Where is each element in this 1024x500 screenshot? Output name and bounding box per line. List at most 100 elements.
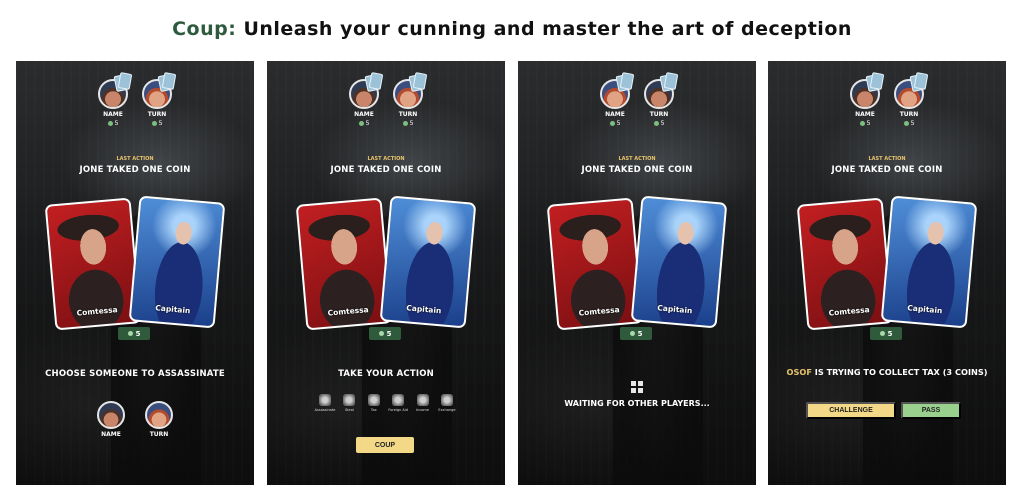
- coin-icon: [378, 331, 384, 336]
- cards-icon: [615, 72, 635, 93]
- action-exchange[interactable]: Exchange: [437, 394, 457, 412]
- last-action-text: Jone taked one coin: [330, 165, 442, 175]
- assassinate-prompt: Choose someone to assassinate: [45, 369, 225, 379]
- target-player-turn[interactable]: Turn: [145, 401, 173, 438]
- last-action-label: Last Action: [868, 156, 906, 162]
- action-list: Assassinate Steal Tax Foreign Aid Income…: [315, 394, 457, 412]
- card-name: Capitain: [155, 303, 191, 316]
- coup-button[interactable]: Coup: [356, 437, 414, 453]
- avatar: [145, 401, 173, 429]
- players-bar: Name 5 Turn 5: [768, 72, 1006, 127]
- coin-icon: [151, 121, 157, 126]
- action-assassinate[interactable]: Assassinate: [315, 394, 335, 412]
- claim-message: Osof is trying to collect Tax (3 coins): [768, 367, 1006, 377]
- screen-assassinate: Name 5 Turn 5 Last Action Jone taked one…: [16, 61, 254, 485]
- target-player-name[interactable]: Name: [97, 401, 125, 438]
- player-name: Name: [855, 111, 875, 118]
- player-coins: 5: [903, 120, 914, 127]
- coin-icon: [629, 331, 635, 336]
- card-name: Comtessa: [76, 305, 119, 318]
- loading-grid-icon: [631, 381, 643, 393]
- players-bar: Name 5 Turn 5: [267, 72, 505, 127]
- my-coins-badge: 5: [620, 327, 652, 340]
- character-card-comtessa[interactable]: Comtessa: [295, 197, 393, 331]
- coins-icon: [367, 394, 380, 406]
- my-coins-badge: 5: [369, 327, 401, 340]
- player-2: Turn 5: [644, 72, 679, 127]
- player-name: Name: [103, 111, 123, 118]
- player-name: Turn: [649, 111, 669, 118]
- character-card-comtessa[interactable]: Comtessa: [44, 197, 142, 331]
- last-action-text: Jone taked one coin: [79, 165, 191, 175]
- player-coins: 5: [859, 120, 870, 127]
- card-name: Capitain: [907, 303, 943, 316]
- player-name: Turn: [398, 111, 418, 118]
- players-bar: Name 5 Turn 5: [518, 72, 756, 127]
- last-action-label: Last Action: [618, 156, 656, 162]
- player-1: Name 5: [850, 72, 885, 127]
- pass-button[interactable]: Pass: [901, 402, 961, 419]
- last-action-text: Jone taked one coin: [831, 165, 943, 175]
- last-action-label: Last Action: [367, 156, 405, 162]
- challenge-button[interactable]: Challenge: [806, 402, 896, 419]
- character-card-capitain[interactable]: Capitain: [880, 195, 978, 329]
- brand-title: Coup:: [172, 18, 237, 40]
- card-name: Comtessa: [327, 305, 370, 318]
- character-card-capitain[interactable]: Capitain: [630, 195, 728, 329]
- action-steal[interactable]: Steal: [339, 394, 359, 412]
- cards-icon: [909, 72, 929, 93]
- last-action-label: Last Action: [116, 156, 154, 162]
- coins-stack-icon: [392, 394, 405, 406]
- screen-challenge: Name 5 Turn 5 Last Action Jone taked one…: [768, 61, 1006, 485]
- cards-icon: [440, 394, 453, 406]
- player-coins: 5: [107, 120, 118, 127]
- action-foreign-aid[interactable]: Foreign Aid: [388, 394, 408, 412]
- coin-icon: [609, 121, 615, 126]
- card-name: Capitain: [657, 303, 693, 316]
- cards-icon: [865, 72, 885, 93]
- player-coins: 5: [402, 120, 413, 127]
- cards-icon: [113, 72, 133, 93]
- target-name: Turn: [149, 431, 169, 438]
- claimant-name: Osof: [786, 367, 812, 377]
- player-coins: 5: [653, 120, 664, 127]
- character-card-capitain[interactable]: Capitain: [128, 195, 226, 329]
- player-name: Name: [354, 111, 374, 118]
- screen-waiting: Name 5 Turn 5 Last Action Jone taked one…: [518, 61, 756, 485]
- card-name: Capitain: [406, 303, 442, 316]
- players-bar: Name 5 Turn 5: [16, 72, 254, 127]
- waiting-text: Waiting for other players...: [564, 399, 710, 408]
- cards-icon: [659, 72, 679, 93]
- coin-icon: [127, 331, 133, 336]
- character-card-comtessa[interactable]: Comtessa: [796, 197, 894, 331]
- player-coins: 5: [151, 120, 162, 127]
- skull-icon: [319, 394, 331, 406]
- cards-icon: [157, 72, 177, 93]
- player-name: Name: [605, 111, 625, 118]
- player-name: Turn: [147, 111, 167, 118]
- action-income[interactable]: Income: [413, 394, 433, 412]
- character-card-capitain[interactable]: Capitain: [379, 195, 477, 329]
- target-list: Name Turn: [16, 401, 254, 438]
- action-tax[interactable]: Tax: [364, 394, 384, 412]
- coin-icon: [903, 121, 909, 126]
- player-1: Name 5: [98, 72, 133, 127]
- claim-text: is trying to collect Tax (3 coins): [811, 367, 988, 377]
- avatar: [97, 401, 125, 429]
- hand-icon: [343, 394, 356, 406]
- player-name: Turn: [899, 111, 919, 118]
- player-2: Turn 5: [142, 72, 177, 127]
- player-coins: 5: [358, 120, 369, 127]
- last-action-text: Jone taked one coin: [581, 165, 693, 175]
- coin-icon: [107, 121, 113, 126]
- cards-icon: [364, 72, 384, 93]
- player-2: Turn 5: [894, 72, 929, 127]
- coin-icon: [859, 121, 865, 126]
- player-1: Name 5: [349, 72, 384, 127]
- coin-icon: [358, 121, 364, 126]
- character-card-comtessa[interactable]: Comtessa: [546, 197, 644, 331]
- card-name: Comtessa: [578, 305, 621, 318]
- coin-icon: [416, 394, 429, 406]
- my-coins-badge: 5: [870, 327, 902, 340]
- player-coins: 5: [609, 120, 620, 127]
